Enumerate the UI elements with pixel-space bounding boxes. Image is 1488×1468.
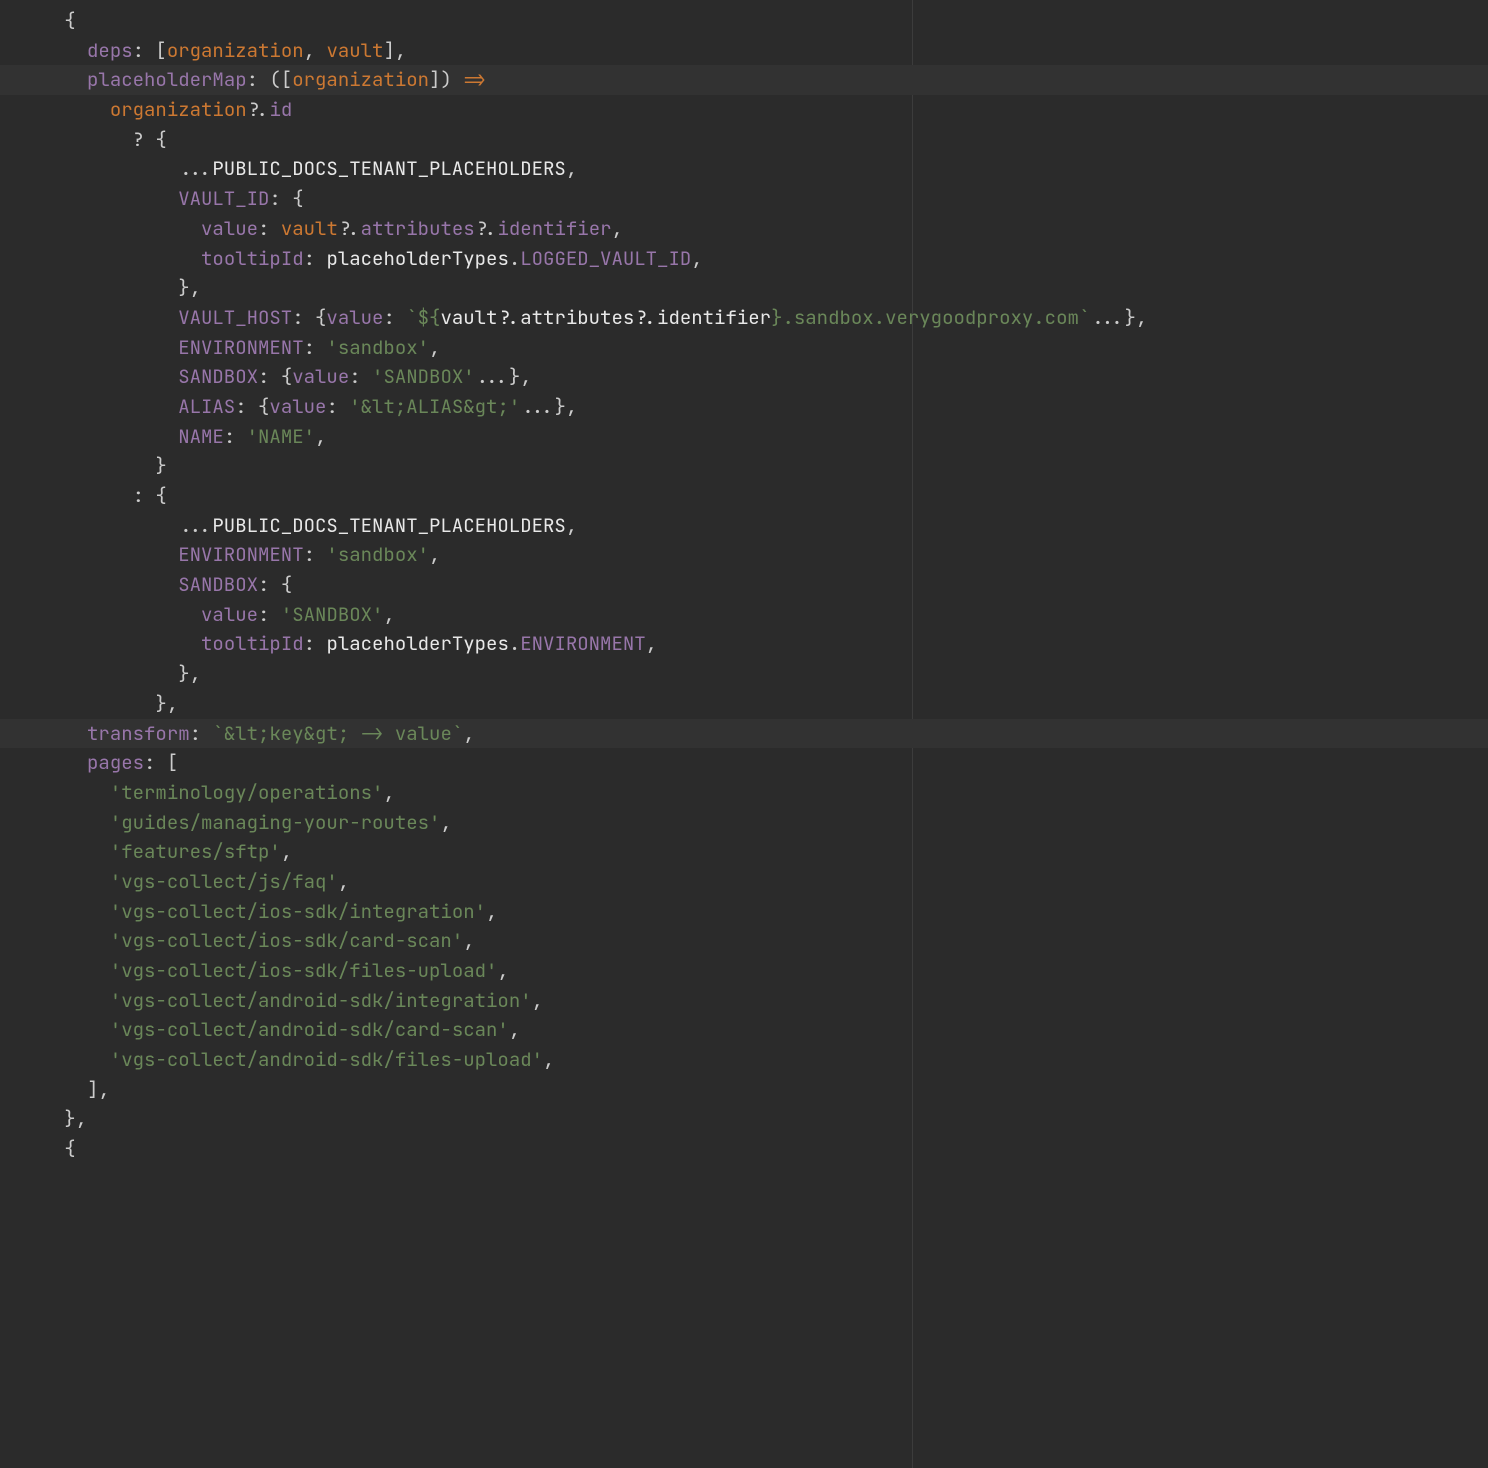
code-line[interactable]: 'features/sftp', (0, 837, 1488, 867)
code-line[interactable]: 'vgs-collect/android-sdk/card-scan', (0, 1015, 1488, 1045)
prop-key: ENVIRONMENT (520, 631, 645, 656)
string-literal: 'vgs-collect/android-sdk/files-upload' (110, 1047, 543, 1072)
string-literal: 'vgs-collect/android-sdk/integration' (110, 988, 532, 1013)
code-line[interactable]: deps: [organization, vault], (0, 36, 1488, 66)
string-literal: 'sandbox' (326, 542, 429, 567)
code-line[interactable]: ENVIRONMENT: 'sandbox', (0, 333, 1488, 363)
prop-key: NAME (178, 424, 224, 449)
code-line[interactable]: }, (0, 689, 1488, 719)
code-line[interactable]: ...PUBLIC_DOCS_TENANT_PLACEHOLDERS, (0, 154, 1488, 184)
prop-key: value (201, 602, 258, 627)
prop-key: ENVIRONMENT (178, 542, 303, 567)
code-line[interactable]: SANDBOX: { (0, 570, 1488, 600)
prop-key: value (326, 305, 383, 330)
string-literal: 'terminology/operations' (110, 780, 384, 805)
code-content[interactable]: { deps: [organization, vault], placehold… (0, 6, 1488, 1164)
code-line[interactable]: : { (0, 481, 1488, 511)
prop-key: attributes (361, 216, 475, 241)
code-line[interactable]: 'terminology/operations', (0, 778, 1488, 808)
template-literal: `&lt;key&gt; -> value` (212, 721, 463, 746)
code-line[interactable]: ? { (0, 125, 1488, 155)
code-line[interactable]: 'vgs-collect/js/faq', (0, 867, 1488, 897)
identifier: organization (292, 67, 429, 92)
prop-key: SANDBOX (178, 364, 258, 389)
identifier: organization (110, 97, 247, 122)
code-line[interactable]: SANDBOX: {value: 'SANDBOX'...}, (0, 362, 1488, 392)
code-line[interactable]: } (0, 451, 1488, 481)
code-line[interactable]: 'vgs-collect/android-sdk/files-upload', (0, 1045, 1488, 1075)
identifier: vault?.attributes?.identifier (440, 305, 771, 330)
identifier: placeholderTypes (326, 246, 508, 271)
prop-key: VAULT_HOST (178, 305, 292, 330)
prop-key: ALIAS (178, 394, 235, 419)
identifier: vault (281, 216, 338, 241)
identifier: placeholderTypes (326, 631, 508, 656)
code-line[interactable]: VAULT_HOST: {value: `${vault?.attributes… (0, 303, 1488, 333)
code-line[interactable]: { (0, 6, 1488, 36)
identifier: PUBLIC_DOCS_TENANT_PLACEHOLDERS (212, 513, 565, 538)
string-literal: 'vgs-collect/ios-sdk/card-scan' (110, 928, 463, 953)
string-literal: 'features/sftp' (110, 839, 281, 864)
identifier: organization (167, 38, 304, 63)
string-literal: 'vgs-collect/ios-sdk/integration' (110, 899, 486, 924)
prop-key: id (269, 97, 292, 122)
string-literal: 'guides/managing-your-routes' (110, 810, 441, 835)
prop-key: tooltipId (201, 246, 304, 271)
code-line[interactable]: 'vgs-collect/ios-sdk/files-upload', (0, 956, 1488, 986)
code-line[interactable]: transform: `&lt;key&gt; -> value`, (0, 719, 1488, 749)
prop-key: LOGGED_VAULT_ID (520, 246, 691, 271)
string-literal: 'vgs-collect/js/faq' (110, 869, 338, 894)
code-line[interactable]: pages: [ (0, 748, 1488, 778)
prop-key: tooltipId (201, 631, 304, 656)
code-line[interactable]: tooltipId: placeholderTypes.LOGGED_VAULT… (0, 244, 1488, 274)
code-line[interactable]: value: vault?.attributes?.identifier, (0, 214, 1488, 244)
code-line[interactable]: ALIAS: {value: '&lt;ALIAS&gt;'...}, (0, 392, 1488, 422)
prop-key: VAULT_ID (178, 186, 269, 211)
code-line[interactable]: ENVIRONMENT: 'sandbox', (0, 540, 1488, 570)
string-literal: 'sandbox' (326, 335, 429, 360)
code-line[interactable]: }, (0, 659, 1488, 689)
prop-key: placeholderMap (87, 67, 247, 92)
prop-key: SANDBOX (178, 572, 258, 597)
string-literal: '&lt;ALIAS&gt;' (349, 394, 520, 419)
identifier: vault (326, 38, 383, 63)
code-line[interactable]: organization?.id (0, 95, 1488, 125)
prop-key: deps (87, 38, 133, 63)
string-literal: 'SANDBOX' (281, 602, 384, 627)
code-line[interactable]: 'vgs-collect/ios-sdk/card-scan', (0, 926, 1488, 956)
code-line[interactable]: 'guides/managing-your-routes', (0, 808, 1488, 838)
code-line[interactable]: { (0, 1134, 1488, 1164)
prop-key: ENVIRONMENT (178, 335, 303, 360)
prop-key: pages (87, 750, 144, 775)
string-literal: 'vgs-collect/android-sdk/card-scan' (110, 1017, 509, 1042)
code-line[interactable]: }, (0, 1104, 1488, 1134)
prop-key: value (201, 216, 258, 241)
code-editor[interactable]: { deps: [organization, vault], placehold… (0, 0, 1488, 1468)
code-line[interactable]: }, (0, 273, 1488, 303)
prop-key: transform (87, 721, 190, 746)
code-line[interactable]: ...PUBLIC_DOCS_TENANT_PLACEHOLDERS, (0, 511, 1488, 541)
code-line[interactable]: ], (0, 1075, 1488, 1105)
prop-key: value (292, 364, 349, 389)
identifier: PUBLIC_DOCS_TENANT_PLACEHOLDERS (212, 156, 565, 181)
code-line[interactable]: tooltipId: placeholderTypes.ENVIRONMENT, (0, 629, 1488, 659)
template-literal: `${ (406, 305, 440, 330)
code-line[interactable]: VAULT_ID: { (0, 184, 1488, 214)
string-literal: 'vgs-collect/ios-sdk/files-upload' (110, 958, 498, 983)
code-line[interactable]: placeholderMap: ([organization]) => (0, 65, 1488, 95)
prop-key: identifier (498, 216, 612, 241)
prop-key: value (269, 394, 326, 419)
string-literal: 'NAME' (247, 424, 315, 449)
code-line[interactable]: 'vgs-collect/ios-sdk/integration', (0, 897, 1488, 927)
code-line[interactable]: 'vgs-collect/android-sdk/integration', (0, 986, 1488, 1016)
code-line[interactable]: value: 'SANDBOX', (0, 600, 1488, 630)
string-literal: 'SANDBOX' (372, 364, 475, 389)
code-line[interactable]: NAME: 'NAME', (0, 422, 1488, 452)
template-literal: }.sandbox.verygoodproxy.com` (771, 305, 1090, 330)
